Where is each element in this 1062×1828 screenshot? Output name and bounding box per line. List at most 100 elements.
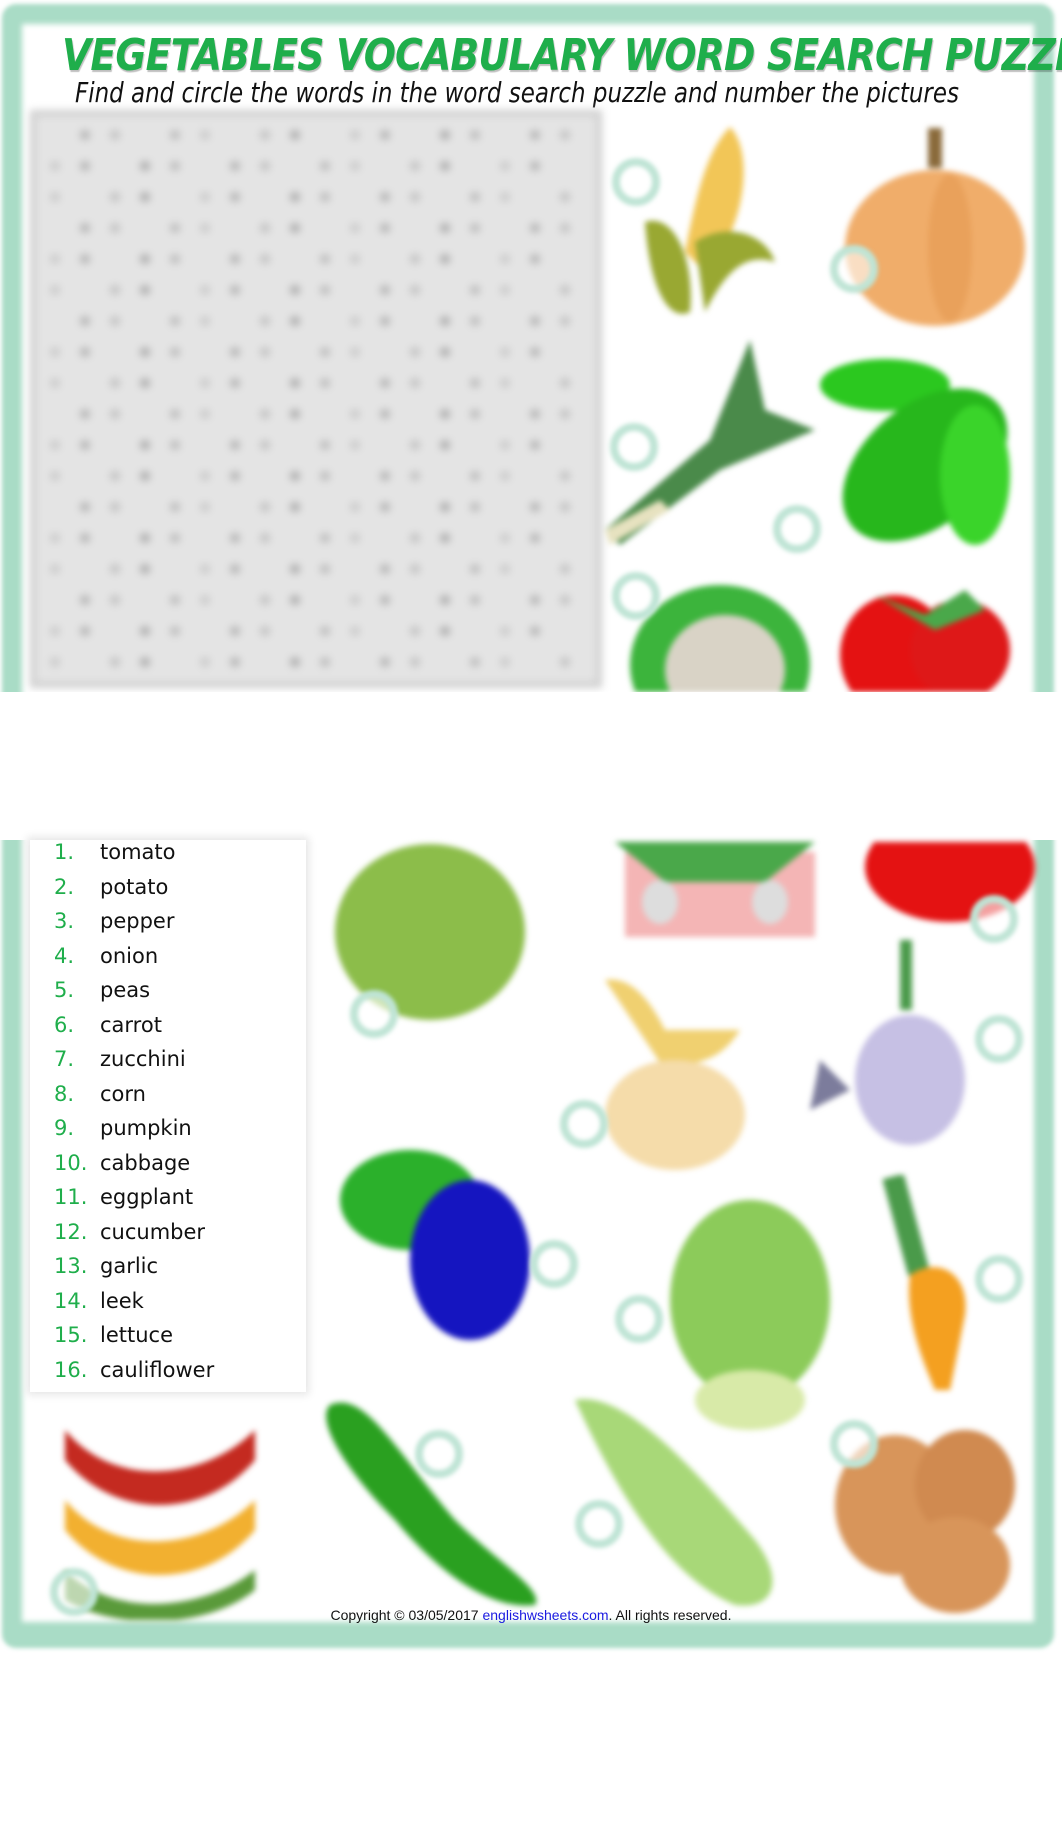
- grid-letter[interactable]: [230, 471, 240, 481]
- number-circle[interactable]: [970, 895, 1018, 943]
- grid-letter[interactable]: [170, 254, 180, 264]
- grid-letter[interactable]: [530, 347, 540, 357]
- grid-letter[interactable]: [440, 533, 450, 543]
- grid-letter[interactable]: [350, 595, 360, 605]
- grid-letter[interactable]: [50, 533, 60, 543]
- grid-letter[interactable]: [500, 192, 510, 202]
- grid-letter[interactable]: [140, 192, 150, 202]
- grid-letter[interactable]: [200, 223, 210, 233]
- grid-letter[interactable]: [110, 192, 120, 202]
- grid-letter[interactable]: [170, 161, 180, 171]
- grid-letter[interactable]: [260, 316, 270, 326]
- number-circle[interactable]: [415, 1430, 463, 1478]
- grid-letter[interactable]: [140, 285, 150, 295]
- grid-letter[interactable]: [290, 285, 300, 295]
- grid-letter[interactable]: [80, 440, 90, 450]
- grid-letter[interactable]: [290, 192, 300, 202]
- grid-letter[interactable]: [560, 657, 570, 667]
- grid-letter[interactable]: [260, 409, 270, 419]
- grid-letter[interactable]: [470, 192, 480, 202]
- grid-letter[interactable]: [530, 533, 540, 543]
- grid-letter[interactable]: [140, 657, 150, 667]
- grid-letter[interactable]: [230, 192, 240, 202]
- grid-letter[interactable]: [350, 533, 360, 543]
- grid-letter[interactable]: [410, 285, 420, 295]
- grid-letter[interactable]: [560, 409, 570, 419]
- number-circle[interactable]: [530, 1240, 578, 1288]
- grid-letter[interactable]: [410, 564, 420, 574]
- grid-letter[interactable]: [320, 564, 330, 574]
- grid-letter[interactable]: [500, 285, 510, 295]
- grid-letter[interactable]: [50, 626, 60, 636]
- grid-letter[interactable]: [170, 440, 180, 450]
- grid-letter[interactable]: [260, 626, 270, 636]
- grid-letter[interactable]: [320, 440, 330, 450]
- grid-letter[interactable]: [140, 471, 150, 481]
- grid-letter[interactable]: [50, 657, 60, 667]
- grid-letter[interactable]: [290, 595, 300, 605]
- grid-letter[interactable]: [140, 440, 150, 450]
- grid-letter[interactable]: [80, 316, 90, 326]
- grid-letter[interactable]: [230, 378, 240, 388]
- grid-letter[interactable]: [170, 533, 180, 543]
- grid-letter[interactable]: [380, 471, 390, 481]
- grid-letter[interactable]: [560, 378, 570, 388]
- grid-letter[interactable]: [500, 161, 510, 171]
- grid-letter[interactable]: [320, 626, 330, 636]
- grid-letter[interactable]: [470, 502, 480, 512]
- grid-letter[interactable]: [380, 285, 390, 295]
- site-link[interactable]: englishwsheets.com: [482, 1607, 608, 1623]
- grid-letter[interactable]: [380, 595, 390, 605]
- grid-letter[interactable]: [110, 564, 120, 574]
- grid-letter[interactable]: [350, 130, 360, 140]
- grid-letter[interactable]: [140, 161, 150, 171]
- grid-letter[interactable]: [530, 223, 540, 233]
- grid-letter[interactable]: [500, 254, 510, 264]
- grid-letter[interactable]: [80, 533, 90, 543]
- grid-letter[interactable]: [440, 254, 450, 264]
- grid-letter[interactable]: [200, 130, 210, 140]
- grid-letter[interactable]: [470, 223, 480, 233]
- grid-letter[interactable]: [170, 347, 180, 357]
- grid-letter[interactable]: [470, 378, 480, 388]
- grid-letter[interactable]: [560, 130, 570, 140]
- number-circle[interactable]: [610, 423, 658, 471]
- grid-letter[interactable]: [260, 161, 270, 171]
- grid-letter[interactable]: [500, 657, 510, 667]
- grid-letter[interactable]: [560, 502, 570, 512]
- number-circle[interactable]: [975, 1015, 1023, 1063]
- grid-letter[interactable]: [110, 378, 120, 388]
- grid-letter[interactable]: [170, 223, 180, 233]
- grid-letter[interactable]: [500, 564, 510, 574]
- grid-letter[interactable]: [80, 502, 90, 512]
- grid-letter[interactable]: [290, 502, 300, 512]
- grid-letter[interactable]: [560, 192, 570, 202]
- number-circle[interactable]: [560, 1100, 608, 1148]
- grid-letter[interactable]: [170, 502, 180, 512]
- grid-letter[interactable]: [530, 254, 540, 264]
- grid-letter[interactable]: [560, 285, 570, 295]
- number-circle[interactable]: [975, 1255, 1023, 1303]
- grid-letter[interactable]: [140, 378, 150, 388]
- grid-letter[interactable]: [50, 254, 60, 264]
- grid-letter[interactable]: [320, 254, 330, 264]
- grid-letter[interactable]: [50, 192, 60, 202]
- grid-letter[interactable]: [80, 595, 90, 605]
- grid-letter[interactable]: [230, 440, 240, 450]
- grid-letter[interactable]: [410, 347, 420, 357]
- grid-letter[interactable]: [350, 223, 360, 233]
- grid-letter[interactable]: [110, 471, 120, 481]
- grid-letter[interactable]: [410, 657, 420, 667]
- grid-letter[interactable]: [290, 471, 300, 481]
- grid-letter[interactable]: [410, 192, 420, 202]
- grid-letter[interactable]: [260, 254, 270, 264]
- grid-letter[interactable]: [470, 471, 480, 481]
- grid-letter[interactable]: [110, 657, 120, 667]
- grid-letter[interactable]: [140, 564, 150, 574]
- grid-letter[interactable]: [260, 347, 270, 357]
- grid-letter[interactable]: [80, 347, 90, 357]
- grid-letter[interactable]: [530, 595, 540, 605]
- grid-letter[interactable]: [440, 223, 450, 233]
- grid-letter[interactable]: [410, 626, 420, 636]
- grid-letter[interactable]: [230, 161, 240, 171]
